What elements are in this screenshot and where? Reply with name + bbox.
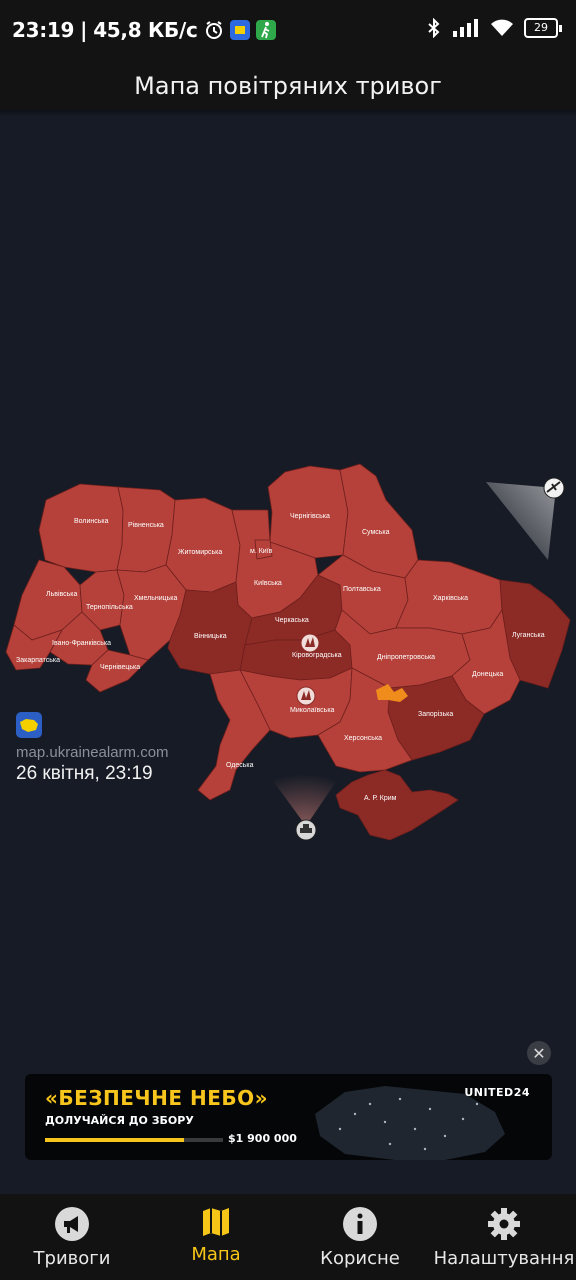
- map-url[interactable]: map.ukrainealarm.com: [16, 744, 169, 762]
- status-left: 23:19 | 45,8 КБ/с: [12, 18, 276, 42]
- region-label-crimea: А. Р. Крим: [364, 795, 397, 802]
- bottom-navigation: Тривоги Мапа Корисне Налаштування: [0, 1194, 576, 1280]
- region-volyn[interactable]: [38, 483, 124, 573]
- gear-icon: [488, 1208, 520, 1240]
- ukraine-alarm-logo-icon: [16, 712, 42, 738]
- app-header: Мапа повітряних тривог: [0, 62, 576, 110]
- united24-logo: UNITED24: [464, 1086, 530, 1099]
- alarm-clock-icon: [205, 21, 222, 39]
- status-bar: 23:19 | 45,8 КБ/с 29: [0, 0, 576, 62]
- battery-icon: 29: [524, 18, 562, 38]
- signal-icon: [453, 19, 478, 37]
- region-label-chernivtsi: Чернівецька: [100, 663, 140, 671]
- nav-useful-label: Корисне: [320, 1248, 400, 1269]
- region-label-cherkasy: Черкаська: [275, 617, 309, 624]
- map-timestamp: 26 квітня, 23:19: [16, 763, 153, 784]
- fundraising-progress: [45, 1138, 223, 1142]
- region-label-zhytomyr: Житомирська: [178, 549, 222, 556]
- alert-map[interactable]: Волинська Рівненська Житомирська Чернігівсь…: [0, 116, 576, 1076]
- region-label-rivne: Рівненська: [128, 521, 164, 529]
- banner-close-button[interactable]: ✕: [527, 1041, 551, 1065]
- region-crimea[interactable]: [335, 769, 459, 841]
- explosion-marker-mykolaiv[interactable]: [296, 686, 316, 706]
- status-network-speed: 45,8 КБ/с: [93, 18, 198, 42]
- status-right: 29: [426, 18, 562, 38]
- region-chernihiv[interactable]: [267, 465, 349, 559]
- battery-level: 29: [524, 18, 558, 38]
- region-label-ternopil: Тернопільська: [86, 603, 133, 611]
- region-label-lviv: Львівська: [46, 590, 78, 598]
- nav-alerts[interactable]: Тривоги: [0, 1194, 144, 1280]
- region-label-zakarpattia: Закарпатська: [16, 657, 60, 664]
- region-label-vinnytsia: Вінницька: [194, 632, 227, 640]
- region-label-kirovohrad: Кіровоградська: [292, 651, 342, 659]
- info-icon: [343, 1207, 377, 1241]
- region-label-volyn: Волинська: [74, 518, 109, 525]
- region-label-kyiv: Київська: [254, 580, 282, 587]
- region-label-kyiv_city: м. Київ: [250, 548, 273, 555]
- ukraine-map[interactable]: Волинська Рівненська Житомирська Чернігівсь…: [0, 116, 576, 1076]
- region-label-luhansk: Луганська: [512, 632, 545, 639]
- region-zhytomyr[interactable]: [165, 497, 241, 593]
- air-alert-app-icon: [229, 20, 250, 40]
- region-label-dnipro: Дніпропетровська: [377, 653, 435, 661]
- region-label-donetsk: Донецька: [472, 671, 503, 678]
- region-label-ivano: Івано-Франківська: [52, 639, 111, 647]
- drone-marker[interactable]: [543, 477, 565, 499]
- wifi-icon: [491, 19, 513, 36]
- status-time: 23:19: [12, 18, 75, 42]
- region-label-zaporizhzhia: Запорізька: [418, 710, 453, 718]
- region-label-khmelnytskyi: Хмельницька: [134, 595, 178, 602]
- nav-map[interactable]: Мапа: [144, 1194, 288, 1280]
- map-attribution: map.ukrainealarm.com 26 квітня, 23:19: [16, 712, 169, 786]
- nav-alerts-label: Тривоги: [33, 1248, 111, 1269]
- fundraising-amount: $1 900 000: [228, 1132, 297, 1145]
- region-label-mykolaiv: Миколаївська: [290, 707, 335, 714]
- map-icon: [203, 1208, 229, 1236]
- page-title: Мапа повітряних тривог: [134, 72, 442, 100]
- banner-subtitle: ДОЛУЧАЙСЯ ДО ЗБОРУ: [45, 1114, 194, 1127]
- nav-settings-label: Налаштування: [433, 1248, 575, 1269]
- region-label-poltava: Полтавська: [343, 586, 381, 593]
- nav-settings[interactable]: Налаштування: [432, 1194, 576, 1280]
- nav-map-label: Мапа: [191, 1244, 241, 1265]
- status-separator: |: [80, 18, 88, 42]
- ship-marker[interactable]: [295, 819, 317, 841]
- region-label-chernihiv: Чернігівська: [290, 512, 330, 520]
- megaphone-icon: [55, 1207, 89, 1241]
- region-rivne[interactable]: [116, 486, 176, 573]
- region-label-kherson: Херсонська: [344, 735, 382, 742]
- fundraising-progress-fill: [45, 1138, 184, 1142]
- fundraising-banner[interactable]: «БЕЗПЕЧНЕ НЕБО» ДОЛУЧАЙСЯ ДО ЗБОРУ $1 90…: [25, 1074, 552, 1160]
- close-icon: ✕: [532, 1043, 546, 1063]
- region-label-odesa: Одеська: [226, 762, 254, 769]
- explosion-marker-kirovohrad[interactable]: [300, 633, 320, 653]
- walking-icon: [255, 20, 276, 40]
- banner-title: «БЕЗПЕЧНЕ НЕБО»: [45, 1086, 269, 1110]
- region-label-kharkiv: Харківська: [433, 594, 468, 602]
- nav-useful[interactable]: Корисне: [288, 1194, 432, 1280]
- bluetooth-icon: [428, 18, 440, 38]
- ship-beam: [268, 774, 340, 826]
- region-label-sumy: Сумська: [362, 529, 390, 536]
